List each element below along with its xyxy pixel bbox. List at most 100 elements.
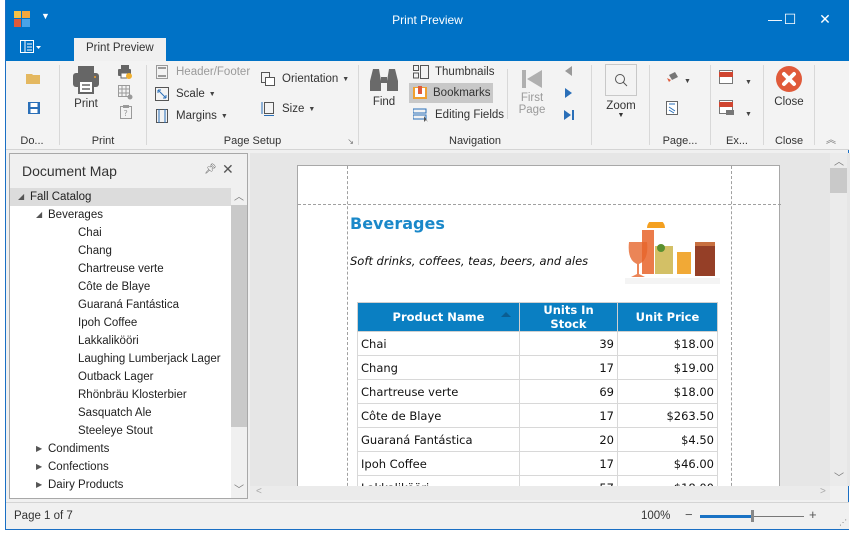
paint-bucket-icon [667,72,678,82]
save-icon [28,102,40,114]
print-button[interactable]: Print [68,65,104,110]
pin-icon[interactable]: 📌︎ [204,164,217,175]
report-page: Beverages Soft drinks, coffees, teas, be… [297,165,781,486]
bookmarks-button[interactable]: Bookmarks [409,83,493,103]
tree-item-label: Condiments [48,443,110,455]
send-pdf-button[interactable]: ▼ [719,100,752,119]
chevron-down-icon: ▼ [684,78,691,85]
close-circle-icon [776,66,802,92]
margin-guide-right [731,166,732,486]
open-button[interactable] [24,71,44,88]
collapsed-arrow-icon[interactable]: ▶ [36,440,42,458]
tree-item[interactable]: ◢ Fall Catalog [10,188,231,206]
previous-page-button[interactable] [564,65,574,80]
group-label-document: Do... [20,135,44,147]
expanded-arrow-icon[interactable]: ◢ [36,206,42,224]
group-separator [814,65,815,145]
ribbon-group-page-setup: Header/Footer Scale ▼ Margins ▼ Orientatio… [147,61,358,150]
scroll-down-icon[interactable]: ﹀ [234,481,244,496]
first-page-label-line1: First [520,92,544,104]
thumbnails-icon [413,64,429,80]
magnifier-icon [615,74,628,87]
chevron-down-icon: ▼ [220,112,228,120]
document-map-scroll-thumb[interactable] [231,205,247,427]
scroll-down-icon[interactable]: ﹀ [834,469,844,484]
find-button[interactable]: Find [365,67,403,108]
ribbon-group-navigation: Find Thumbnails Bookmarks Editing Fields… [359,61,591,150]
zoom-button[interactable]: Zoom ▼ [599,64,643,119]
tree-item-label: Côte de Blaye [78,281,151,293]
maximize-icon: ☐ [783,11,797,27]
cell-units-in-stock: 20 [519,427,618,452]
quick-print-button[interactable] [118,65,132,82]
page-setup-grid-button[interactable] [118,85,133,103]
first-page-button[interactable]: First Page [513,69,551,116]
document-map-title: Document Map [22,163,117,179]
close-window-button[interactable]: ✕ [810,6,840,32]
group-label-page-background: Page... [662,135,698,147]
scroll-up-icon[interactable]: ︿ [234,188,244,203]
status-bar: Page 1 of 7 100% − + ⋰ [6,502,849,529]
cell-unit-price: $19.00 [617,355,718,380]
binoculars-icon [370,69,398,91]
collapsed-arrow-icon[interactable]: ▶ [36,458,42,476]
collapsed-arrow-icon[interactable]: ▶ [36,476,42,494]
document-map-header: Document Map 📌︎ ✕ [10,154,247,188]
next-page-button[interactable] [564,87,574,102]
orientation-button[interactable]: Orientation ▼ [260,69,349,89]
print-label: Print [74,98,98,110]
chevron-down-icon: ▼ [745,79,752,86]
scroll-left-icon[interactable]: < [256,486,262,497]
page-color-button[interactable]: ▼ [666,71,691,86]
preview-vertical-scroll-thumb[interactable] [830,168,847,193]
margins-button[interactable]: Margins ▼ [154,106,228,126]
save-button[interactable] [24,101,44,118]
editing-fields-label: Editing Fields [435,109,505,121]
maximize-button[interactable]: ☐ [775,6,805,32]
column-header-units-in-stock[interactable]: Units In Stock [519,302,618,332]
parameters-button[interactable]: ? [120,105,132,122]
watermark-button[interactable] [666,101,678,118]
group-label-close: Close [774,135,804,147]
tab-print-preview[interactable]: Print Preview [74,38,166,61]
preview-vertical-scrollbar[interactable]: ︿ ﹀ [830,153,847,486]
scroll-up-icon[interactable]: ︿ [834,153,844,168]
tree-item-label: Outback Lager [78,371,154,383]
backstage-menu-button[interactable] [20,40,56,58]
preview-horizontal-scrollbar[interactable]: < > [250,486,830,500]
tree-item-label: Chartreuse verte [78,263,164,275]
cell-units-in-stock: 17 [519,355,618,380]
divider [507,69,508,119]
export-pdf-button[interactable]: ▼ [719,70,752,87]
resize-grip-icon[interactable]: ⋰ [839,518,847,527]
cell-units-in-stock: 69 [519,379,618,404]
header-footer-button[interactable]: Header/Footer [154,62,250,82]
table-header-row: Product Name Units In Stock Unit Price [357,302,718,332]
dialog-launcher-icon[interactable]: ↘ [347,137,354,146]
collapse-ribbon-icon[interactable]: ︽ [826,131,836,146]
column-header-unit-price[interactable]: Unit Price [617,302,718,332]
chevron-down-icon: ▼ [745,111,752,118]
editing-fields-button[interactable]: Editing Fields [409,105,508,125]
cell-unit-price: $18.00 [617,331,718,356]
header-footer-label: Header/Footer [176,66,251,78]
paper-size-button[interactable]: Size ▼ [260,99,315,119]
cell-product-name: Chang [357,355,520,380]
expanded-arrow-icon[interactable]: ◢ [18,188,24,206]
zoom-slider-thumb[interactable] [751,510,754,522]
thumbnails-button[interactable]: Thumbnails [409,62,498,82]
close-panel-icon[interactable]: ✕ [222,161,234,178]
zoom-percentage[interactable]: 100% [641,510,670,522]
print-preview-window: ▼ Print Preview — ☐ ✕ Print Preview Do..… [5,0,850,530]
zoom-slider-fill [700,515,752,518]
scale-button[interactable]: Scale ▼ [154,84,216,104]
column-header-product-name[interactable]: Product Name [357,302,520,332]
table-row: Chang 17 $19.00 [357,355,718,380]
folder-open-icon [26,74,40,84]
close-preview-button[interactable]: Close [768,65,810,108]
scroll-right-icon[interactable]: > [820,486,826,497]
zoom-in-button[interactable]: + [809,507,817,522]
last-page-button[interactable] [563,109,575,124]
zoom-out-button[interactable]: − [685,507,693,522]
bookmark-book-icon [413,85,427,101]
